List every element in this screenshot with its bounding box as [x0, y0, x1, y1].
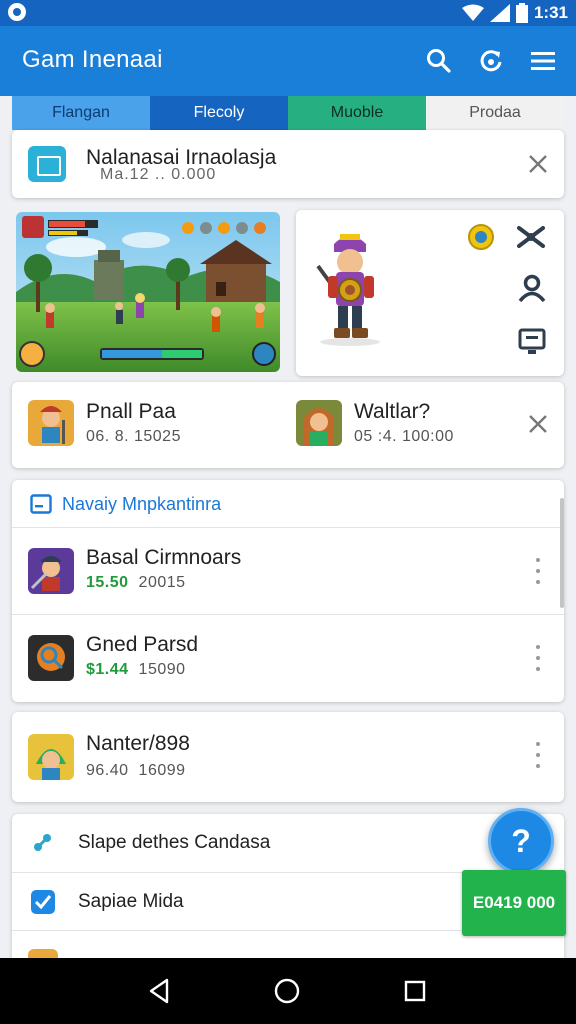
section-card: Navaiy Mnpkantinra Basal Cirmnoars 15.50… [12, 480, 564, 702]
action-button[interactable]: E0419 000 [462, 870, 566, 936]
section-header: Navaiy Mnpkantinra [12, 480, 564, 528]
tab-prodaa[interactable]: Prodaa [426, 96, 564, 130]
list-item-count: 15090 [138, 661, 186, 678]
coin-button[interactable] [468, 224, 494, 255]
list-item-name: Basal Cirmnoars [86, 546, 242, 569]
close-icon [529, 155, 547, 173]
list-thumbnail [28, 548, 74, 594]
menu-icon [531, 52, 555, 70]
list-item-meta: $1.44 15090 [86, 661, 186, 679]
list-item[interactable]: Basal Cirmnoars 15.50 20015 [12, 528, 564, 616]
checkbox-icon[interactable] [30, 889, 56, 915]
featured-card: Pnall Paa 06. 8. 15025 Waltlar? 05 :4. 1… [12, 382, 564, 468]
user-icon [518, 274, 546, 303]
back-icon [149, 978, 169, 1004]
app-notification-icon [8, 3, 26, 21]
home-icon [274, 978, 300, 1004]
close-button[interactable] [526, 152, 550, 176]
game-screenshot[interactable] [16, 212, 280, 372]
sword-icon [517, 226, 545, 248]
scrollbar[interactable] [560, 498, 564, 608]
featured-meta: 06. 8. 15025 [86, 428, 181, 445]
featured-thumbnail[interactable] [28, 400, 74, 446]
bottom-row-label: Slape dethes Candasa [78, 832, 271, 853]
list-item-name: Nanter/898 [86, 732, 190, 755]
list-item[interactable]: Gned Parsd $1.44 15090 [12, 614, 564, 702]
tab-strip: Flangan Flecoly Muoble Prodaa [12, 96, 564, 130]
featured-meta: 05 :4. 100:00 [354, 428, 454, 445]
app-title: Gam Inenaai [22, 46, 163, 73]
coin-icon [468, 224, 494, 250]
puzzle-icon [34, 834, 51, 851]
tab-muoble[interactable]: Muoble [288, 96, 426, 130]
list-item-name: Gned Parsd [86, 633, 199, 656]
close-icon [529, 415, 547, 433]
character-card[interactable] [296, 210, 564, 376]
game-scene-illustration [16, 212, 280, 372]
list-item-price: 96.40 [86, 762, 129, 779]
notice-subtitle: Ma.12 .. 0.000 [100, 166, 217, 183]
recents-icon [404, 980, 426, 1002]
app-bar: Gam Inenaai [0, 26, 576, 96]
refresh-icon [480, 50, 502, 72]
search-icon [427, 49, 451, 73]
status-icons: 1:31 [461, 2, 568, 24]
app-actions [422, 44, 560, 78]
profile-button[interactable] [518, 274, 546, 307]
back-button[interactable] [144, 976, 174, 1006]
notice-card[interactable]: Nalanasai Irnaolasja Ma.12 .. 0.000 [12, 130, 564, 198]
screen-button[interactable] [518, 328, 546, 361]
list-item-count: 16099 [138, 762, 186, 779]
list-item[interactable]: Nanter/898 96.40 16099 [12, 712, 564, 802]
status-time: 1:31 [533, 3, 568, 22]
sword-button[interactable] [516, 224, 546, 255]
list-item-meta: 15.50 20015 [86, 574, 186, 592]
refresh-button[interactable] [474, 44, 508, 78]
more-options-button[interactable] [534, 645, 542, 671]
tab-flangan[interactable]: Flangan [12, 96, 150, 130]
featured-thumbnail[interactable] [296, 400, 342, 446]
section-icon [30, 494, 52, 514]
screen-icon [518, 328, 546, 354]
help-fab[interactable]: ? [488, 808, 554, 874]
more-options-button[interactable] [534, 742, 542, 768]
list-item-price: $1.44 [86, 661, 129, 678]
close-button[interactable] [526, 412, 550, 436]
list-thumbnail [28, 734, 74, 780]
list-thumbnail [28, 635, 74, 681]
featured-name[interactable]: Pnall Paa [86, 400, 176, 424]
system-nav-bar [0, 958, 576, 1024]
battery-icon [515, 3, 528, 23]
home-button[interactable] [272, 976, 302, 1006]
menu-button[interactable] [526, 44, 560, 78]
bottom-row[interactable]: Slape dethes Candasa [12, 814, 564, 872]
recents-button[interactable] [400, 976, 430, 1006]
featured-name[interactable]: Waltlar? [354, 400, 430, 424]
tab-flecoly[interactable]: Flecoly [150, 96, 288, 130]
wifi-icon [461, 4, 484, 21]
search-button[interactable] [422, 44, 456, 78]
list-item-price: 15.50 [86, 574, 129, 591]
bottom-row-label: Sapiae Mida [78, 891, 184, 912]
status-bar: 1:31 [0, 0, 576, 26]
signal-icon [489, 4, 510, 22]
list-item-meta: 96.40 16099 [86, 762, 186, 780]
character-illustration [316, 234, 380, 346]
list-item-count: 20015 [138, 574, 186, 591]
app-icon [28, 146, 66, 182]
section-title: Navaiy Mnpkantinra [62, 494, 222, 514]
more-options-button[interactable] [534, 558, 542, 584]
